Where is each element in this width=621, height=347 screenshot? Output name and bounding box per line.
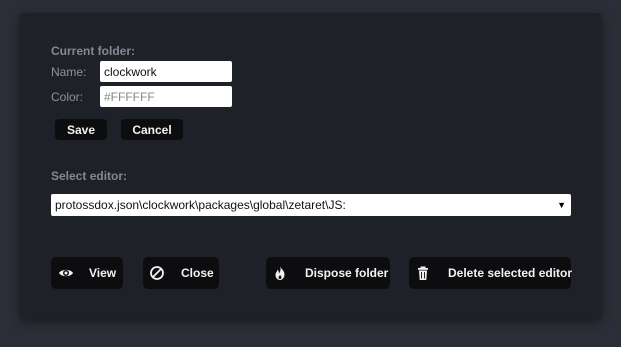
chevron-down-icon: ▼ (557, 200, 566, 210)
close-button[interactable]: Close (143, 257, 219, 289)
fire-icon (272, 265, 288, 281)
folder-dialog: Current folder: Name: Color: Save Cancel… (20, 13, 601, 319)
color-label: Color: (51, 90, 84, 104)
cancel-button[interactable]: Cancel (121, 119, 183, 140)
folder-color-input[interactable] (100, 86, 232, 107)
select-editor-heading: Select editor: (51, 169, 128, 183)
folder-name-input[interactable] (100, 61, 232, 82)
current-folder-heading: Current folder: (51, 44, 135, 58)
close-button-label: Close (181, 266, 214, 280)
dispose-folder-button-label: Dispose folder (305, 266, 389, 280)
eye-icon (58, 265, 74, 281)
name-label: Name: (51, 65, 87, 79)
editor-select-value: protossdox.json\clockwork\packages\globa… (55, 198, 346, 212)
delete-editor-button-label: Delete selected editor (448, 266, 573, 280)
trash-icon (415, 265, 431, 281)
save-button[interactable]: Save (55, 119, 107, 140)
view-button[interactable]: View (51, 257, 123, 289)
ban-icon (149, 265, 165, 281)
view-button-label: View (89, 266, 117, 280)
dispose-folder-button[interactable]: Dispose folder (266, 257, 390, 289)
delete-editor-button[interactable]: Delete selected editor (409, 257, 573, 289)
editor-select[interactable]: protossdox.json\clockwork\packages\globa… (51, 194, 571, 216)
